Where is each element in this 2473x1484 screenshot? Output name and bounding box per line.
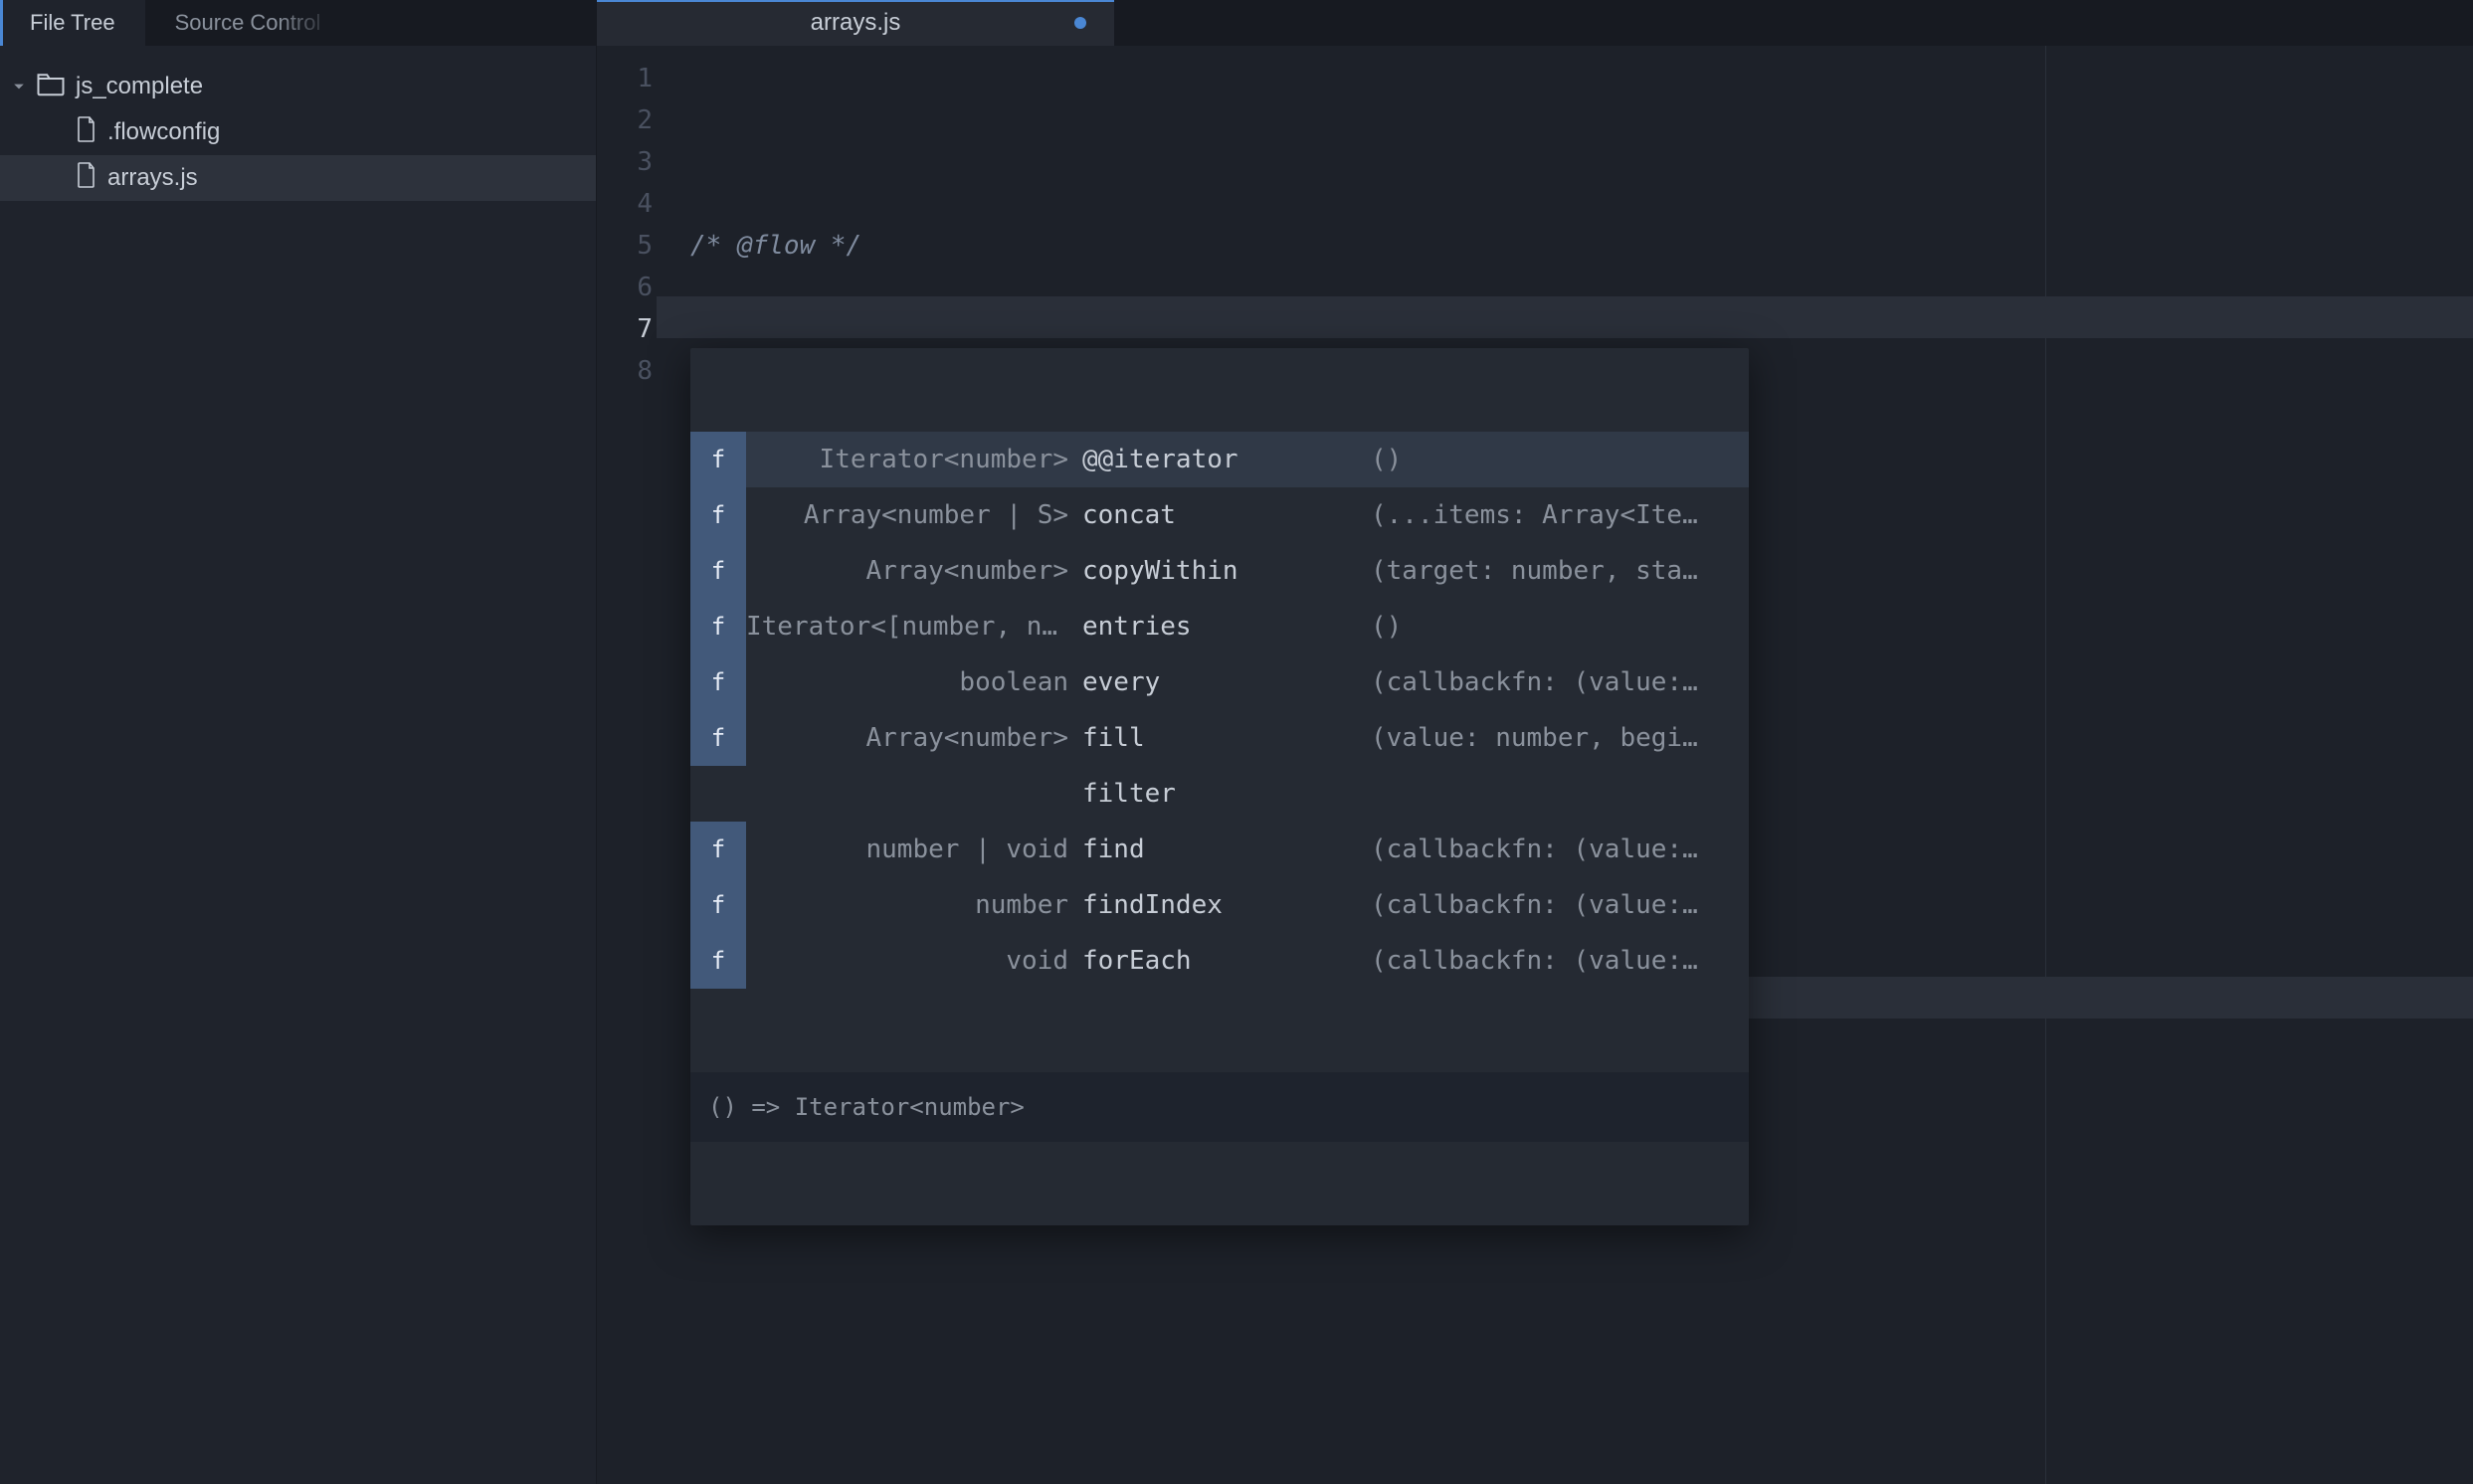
function-icon: f [690,710,746,766]
code-area[interactable]: /* @flow */ var utils = require('./utils… [657,46,2473,1484]
autocomplete-item[interactable]: filter [690,766,1749,822]
sidebar-tab-label: File Tree [30,10,115,36]
autocomplete-name: fill [1082,717,1371,759]
folder-icon [36,71,66,103]
function-icon: f [690,543,746,599]
autocomplete-return-type: boolean [746,661,1082,703]
function-icon: f [690,877,746,933]
autocomplete-params: (callbackfn: (value:… [1371,829,1749,870]
tree-file-flowconfig[interactable]: .flowconfig [0,109,596,155]
function-icon: f [690,432,746,487]
gutter: 1 2 3 4 5 6 7 8 [597,46,657,1484]
autocomplete-params: (...items: Array<Ite… [1371,494,1749,536]
line-number[interactable]: 5 [597,225,657,267]
tree-folder-root[interactable]: js_complete [0,64,596,109]
autocomplete-name: findIndex [1082,884,1371,926]
autocomplete-name: find [1082,829,1371,870]
autocomplete-params: () [1371,439,1749,480]
autocomplete-return-type: Iterator<number> [746,439,1082,480]
autocomplete-signature: () => Iterator<number> [690,1072,1749,1142]
sidebar-tab-file-tree[interactable]: File Tree [0,0,145,46]
autocomplete-item[interactable]: fIterator<[number, nu…entries() [690,599,1749,654]
autocomplete-name: @@iterator [1082,439,1371,480]
file-icon [76,162,97,195]
tree-file-name: .flowconfig [107,118,220,146]
autocomplete-params: (callbackfn: (value:… [1371,940,1749,982]
autocomplete-popup: fIterator<number>@@iterator()fArray<numb… [690,348,1749,1225]
function-icon [690,766,746,822]
autocomplete-item[interactable]: fArray<number | S>concat(...items: Array… [690,487,1749,543]
line-number[interactable]: 4 [597,183,657,225]
autocomplete-return-type: Array<number> [746,717,1082,759]
file-tree: js_complete .flowconfig arrays.js [0,46,596,201]
autocomplete-item[interactable]: fnumber | voidfind(callbackfn: (value:… [690,822,1749,877]
autocomplete-item[interactable]: fnumberfindIndex(callbackfn: (value:… [690,877,1749,933]
line-number[interactable]: 7 [597,308,657,350]
autocomplete-return-type: number | void [746,829,1082,870]
autocomplete-params: () [1371,606,1749,648]
line-number[interactable]: 1 [597,58,657,99]
function-icon: f [690,599,746,654]
autocomplete-item[interactable]: fvoidforEach(callbackfn: (value:… [690,933,1749,989]
line-number[interactable]: 2 [597,99,657,141]
autocomplete-item[interactable]: fIterator<number>@@iterator() [690,432,1749,487]
editor-tabs: arrays.js [597,0,2473,46]
autocomplete-return-type: void [746,940,1082,982]
chevron-down-icon [12,80,26,93]
line-number[interactable]: 6 [597,267,657,308]
autocomplete-name: forEach [1082,940,1371,982]
autocomplete-name: copyWithin [1082,550,1371,592]
sidebar: File Tree Source Control js_complete [0,0,597,1484]
code-line[interactable]: /* @flow */ [690,225,2473,267]
editor-body[interactable]: 1 2 3 4 5 6 7 8 /* @flow */ var utils = … [597,46,2473,1484]
function-icon: f [690,654,746,710]
autocomplete-params: (value: number, begi… [1371,717,1749,759]
autocomplete-return-type: Iterator<[number, nu… [746,606,1082,648]
autocomplete-name: concat [1082,494,1371,536]
function-icon: f [690,487,746,543]
function-icon: f [690,933,746,989]
autocomplete-item[interactable]: fbooleanevery(callbackfn: (value:… [690,654,1749,710]
autocomplete-params: (target: number, sta… [1371,550,1749,592]
tree-file-arrays[interactable]: arrays.js [0,155,596,201]
editor-pane: arrays.js 1 2 3 4 5 6 7 8 /* @flow */ va… [597,0,2473,1484]
autocomplete-params: (callbackfn: (value:… [1371,661,1749,703]
sidebar-tab-source-control[interactable]: Source Control [145,0,334,46]
autocomplete-return-type: Array<number> [746,550,1082,592]
sidebar-tab-label: Source Control [175,10,321,36]
autocomplete-return-type: Array<number | S> [746,494,1082,536]
autocomplete-return-type: number [746,884,1082,926]
line-number[interactable]: 8 [597,350,657,392]
line-number[interactable]: 3 [597,141,657,183]
sidebar-tabs: File Tree Source Control [0,0,596,46]
tree-folder-name: js_complete [76,73,203,100]
autocomplete-name: filter [1082,773,1371,815]
autocomplete-name: entries [1082,606,1371,648]
autocomplete-item[interactable]: fArray<number>fill(value: number, begi… [690,710,1749,766]
function-icon: f [690,822,746,877]
editor-tab-filename: arrays.js [811,9,901,37]
autocomplete-params: (callbackfn: (value:… [1371,884,1749,926]
active-line-highlight [657,296,2473,338]
modified-dot-icon [1074,17,1086,29]
autocomplete-name: every [1082,661,1371,703]
tree-file-name: arrays.js [107,164,198,192]
app-root: File Tree Source Control js_complete [0,0,2473,1484]
file-icon [76,116,97,149]
autocomplete-item[interactable]: fArray<number>copyWithin(target: number,… [690,543,1749,599]
editor-tab-arrays[interactable]: arrays.js [597,0,1114,46]
